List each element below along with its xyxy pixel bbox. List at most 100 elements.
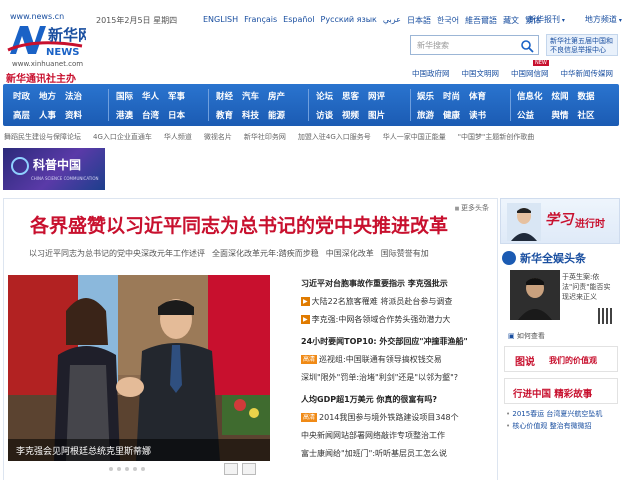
lang-korean[interactable]: 한국어: [437, 15, 459, 26]
nav-item[interactable]: 炫闻: [552, 90, 569, 102]
search-placeholder[interactable]: 新华搜索: [417, 40, 449, 51]
ticker-link[interactable]: "中国梦"主题新创作歌曲: [458, 132, 534, 142]
carousel-dot[interactable]: [109, 467, 113, 471]
slideshow-icon[interactable]: [242, 463, 256, 475]
ticker-link[interactable]: 加盟入驻4G入口服务号: [298, 132, 371, 142]
nav-item[interactable]: 思客: [342, 90, 359, 102]
lang-japanese[interactable]: 日本語: [407, 15, 431, 26]
nav-item[interactable]: 高层: [13, 109, 30, 121]
news-item[interactable]: 高清 巡视组:中国联通有领导搞权钱交易: [301, 351, 497, 369]
values-box[interactable]: 图说 我们的价值观: [504, 346, 618, 372]
nav-item[interactable]: 科技: [242, 109, 259, 121]
partner-link-media[interactable]: 中华新闻传媒网: [561, 68, 614, 79]
nav-item[interactable]: 能源: [268, 109, 285, 121]
nav-item[interactable]: 教育: [216, 109, 233, 121]
nav-item[interactable]: 访谈: [316, 109, 333, 121]
nav-item[interactable]: 房产: [268, 90, 285, 102]
ticker-link[interactable]: 华人频道: [164, 132, 192, 142]
lang-arabic[interactable]: عربي: [383, 15, 401, 26]
lang-russian[interactable]: Русский язык: [321, 15, 377, 26]
nav-item[interactable]: 论坛: [316, 90, 333, 102]
news-item[interactable]: 人均GDP超1万美元 你真的很富有吗?: [301, 391, 497, 409]
carousel-dot[interactable]: [125, 467, 129, 471]
headline-sublink[interactable]: 国际赞誉有加: [381, 248, 429, 259]
nav-item[interactable]: 人事: [39, 109, 56, 121]
nav-item[interactable]: 信息化: [517, 90, 543, 102]
news-item[interactable]: 富士康闻给"加班门":听听基层员工怎么说: [301, 445, 497, 463]
nav-item[interactable]: 健康: [443, 109, 460, 121]
nav-item[interactable]: 财经: [216, 90, 233, 102]
news-item[interactable]: 24小时要闻TOP10: 外交部回应"冲撞菲渔船": [301, 333, 497, 351]
nav-item[interactable]: 地方: [39, 90, 56, 102]
feature-thumbnail[interactable]: [510, 270, 560, 320]
news-item[interactable]: 深圳"限外"罚单:治堵"利剑"还是"以邻为壑"?: [301, 369, 497, 387]
side-link[interactable]: 核心价值观 整治有微微招: [506, 420, 602, 432]
news-item[interactable]: 习近平对台胞事故作重要指示 李克强批示: [301, 275, 497, 293]
more-headlines-link[interactable]: 更多头条: [455, 203, 489, 213]
main-headline[interactable]: 各界盛赞以习近平同志为总书记的党中央推进改革: [30, 211, 448, 238]
headline-sublink[interactable]: 全面深化改革元年:踏疾而步稳: [212, 248, 319, 259]
ticker-link[interactable]: 华人一家中国正能量: [383, 132, 446, 142]
search-box[interactable]: 新华搜索: [410, 35, 539, 55]
headline-sublink[interactable]: 以习近平同志为总书记的党中央深改元年工作述评: [29, 248, 205, 259]
nav-item[interactable]: 日本: [168, 109, 185, 121]
partner-link-civilization[interactable]: 中国文明网: [462, 68, 500, 79]
lang-french[interactable]: Français: [244, 15, 277, 26]
ticker-link[interactable]: 4G入口企业直通车: [93, 132, 152, 142]
nav-item[interactable]: 汽车: [242, 90, 259, 102]
xinhua-logo[interactable]: www.news.cn 新华网 NEWS www.xinhuanet.com 新…: [4, 6, 92, 85]
qr-code-icon[interactable]: [598, 308, 614, 324]
stories-box[interactable]: 行进中国 精彩故事: [504, 378, 618, 404]
nav-item[interactable]: 旅游: [417, 109, 434, 121]
nav-item[interactable]: 时尚: [443, 90, 460, 102]
partner-link-cac[interactable]: 中国网信网: [511, 68, 549, 79]
partner-link-gov[interactable]: 中国政府网: [412, 68, 450, 79]
lang-uyghur[interactable]: 維吾爾語: [465, 15, 497, 26]
nav-item[interactable]: 港澳: [116, 109, 133, 121]
app-dropdown[interactable]: 新华报刊: [528, 14, 565, 25]
news-item[interactable]: 高清 2014我国参与境外铁路建设项目348个: [301, 409, 497, 427]
nav-item[interactable]: 网评: [368, 90, 385, 102]
image-gallery-icon[interactable]: [224, 463, 238, 475]
nav-item[interactable]: 视频: [342, 109, 359, 121]
lang-tibetan[interactable]: 藏文: [503, 15, 519, 26]
report-center-link[interactable]: 新华社第五届中国和不良信息举报中心: [546, 34, 618, 56]
search-icon[interactable]: [520, 39, 534, 53]
nav-item[interactable]: 公益: [517, 109, 543, 121]
feature-snippet[interactable]: 于英生案:依法"问责"能否实现迟来正义: [562, 272, 616, 302]
nav-item[interactable]: 军事: [168, 90, 185, 102]
nav-item[interactable]: 体育: [469, 90, 486, 102]
nav-item[interactable]: 台湾: [142, 109, 159, 121]
carousel-dot[interactable]: [141, 467, 145, 471]
nav-item[interactable]: 社区: [578, 109, 595, 121]
news-item[interactable]: ▶ 大陆22名旅客罹难 将派员赴台参与调查: [301, 293, 497, 311]
lang-english[interactable]: ENGLISH: [203, 15, 238, 26]
nav-item[interactable]: 资料: [65, 109, 82, 121]
study-banner[interactable]: 学习 进行时: [500, 198, 620, 244]
nav-item[interactable]: 数据: [578, 90, 595, 102]
nav-item[interactable]: 读书: [469, 109, 486, 121]
nav-item[interactable]: 法治: [65, 90, 82, 102]
ticker-link[interactable]: 新华社印务网: [244, 132, 286, 142]
nav-item[interactable]: 华人: [142, 90, 159, 102]
headline-sublink[interactable]: 中国深化改革: [326, 248, 374, 259]
news-item[interactable]: ▶ 李克强:中网各领域合作势头强劲潜力大: [301, 311, 497, 329]
ticker-link[interactable]: 舞蹈民生建设与保障论坛: [4, 132, 81, 142]
nav-item[interactable]: 国际: [116, 90, 133, 102]
kepu-china-banner[interactable]: 科普中国 CHINA SCIENCE COMMUNICATION: [3, 148, 105, 190]
side-link[interactable]: 2015春运 台湾夏兴航空坠机: [506, 408, 602, 420]
carousel-dot[interactable]: [117, 467, 121, 471]
section-title[interactable]: 新华全娱头条: [520, 250, 586, 266]
nav-item[interactable]: 时政: [13, 90, 30, 102]
lang-spanish[interactable]: Español: [283, 15, 314, 26]
carousel-dot[interactable]: [133, 467, 137, 471]
nav-item[interactable]: 图片: [368, 109, 385, 121]
nav-item[interactable]: 娱乐: [417, 90, 434, 102]
ticker-link[interactable]: 微视名片: [204, 132, 232, 142]
nav-item[interactable]: 舆情: [552, 109, 569, 121]
featured-photo-caption[interactable]: 李克强会见阿根廷总统克里斯蒂娜: [8, 439, 270, 461]
region-dropdown[interactable]: 地方频道: [585, 14, 622, 25]
featured-photo[interactable]: 李克强会见阿根廷总统克里斯蒂娜: [8, 275, 270, 461]
news-item[interactable]: 中央新闻网站部署网络敲诈专项整治工作: [301, 427, 497, 445]
how-to-view-link[interactable]: 如何查看: [508, 331, 545, 341]
